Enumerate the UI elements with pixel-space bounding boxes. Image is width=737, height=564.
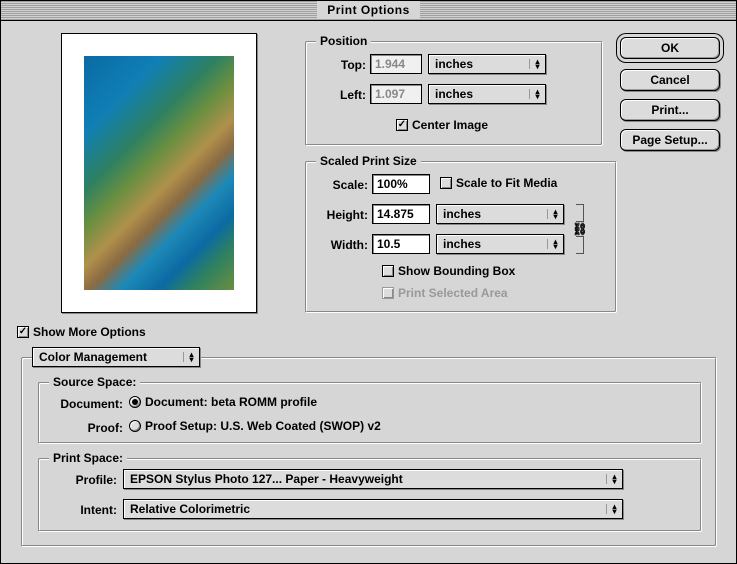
document-value: Document: beta ROMM profile [145,395,317,409]
center-image-label: Center Image [412,118,488,132]
updown-icon [606,504,618,514]
print-space-title: Print Space: [49,451,127,465]
cancel-label: Cancel [650,73,689,87]
scale-to-fit-label: Scale to Fit Media [456,176,557,190]
height-field[interactable] [372,204,430,224]
scaled-title: Scaled Print Size [316,154,421,168]
top-unit-popup[interactable]: inches [428,54,546,74]
height-unit-value: inches [443,207,481,221]
print-button[interactable]: Print... [620,99,720,121]
checkbox-icon [382,287,394,299]
height-label: Height: [306,208,368,222]
updown-icon [606,474,618,484]
preview-image [84,56,234,290]
height-unit-popup[interactable]: inches [436,204,564,224]
width-unit-value: inches [443,237,481,251]
window-title: Print Options [317,1,420,19]
updown-icon [547,209,559,219]
updown-icon [529,89,541,99]
section-popup-value: Color Management [39,350,147,364]
document-label: Document: [39,397,123,411]
ok-label: OK [661,41,679,55]
intent-value: Relative Colorimetric [130,502,250,516]
ok-button[interactable]: OK [620,37,720,59]
left-unit-popup[interactable]: inches [428,84,546,104]
scale-field[interactable] [372,174,430,194]
more-options-group: Color Management Source Space: Document:… [21,357,717,547]
top-field [370,54,422,74]
print-selected-area-label: Print Selected Area [398,286,508,300]
print-label: Print... [651,103,688,117]
checkbox-icon [382,265,394,277]
show-bounding-box-label: Show Bounding Box [398,264,515,278]
width-label: Width: [306,238,368,252]
link-dimensions-icon[interactable]: ⛓ [572,204,588,254]
profile-value: EPSON Stylus Photo 127... Paper - Heavyw… [130,472,403,486]
checkbox-icon: ✓ [17,326,29,338]
proof-value: Proof Setup: U.S. Web Coated (SWOP) v2 [145,419,381,433]
cancel-button[interactable]: Cancel [620,69,720,91]
profile-popup[interactable]: EPSON Stylus Photo 127... Paper - Heavyw… [123,469,623,489]
section-popup[interactable]: Color Management [32,347,200,367]
show-more-options-label: Show More Options [33,325,146,339]
show-more-options-checkbox[interactable]: ✓ Show More Options [17,325,146,339]
titlebar: Print Options [1,1,736,21]
left-label: Left: [306,88,366,102]
document-radio[interactable]: Document: beta ROMM profile [129,395,317,409]
proof-label: Proof: [39,421,123,435]
radio-icon [129,420,141,432]
top-unit-value: inches [435,57,473,71]
updown-icon [183,352,195,362]
checkbox-icon: ✓ [396,119,408,131]
left-field [370,84,422,104]
print-preview [61,33,257,313]
radio-icon [129,396,141,408]
source-space-group: Source Space: Document: Document: beta R… [38,382,702,444]
page-setup-button[interactable]: Page Setup... [620,129,720,151]
print-space-group: Print Space: Profile: EPSON Stylus Photo… [38,458,702,532]
source-space-title: Source Space: [49,375,140,389]
updown-icon [547,239,559,249]
position-title: Position [316,34,371,48]
page-setup-label: Page Setup... [632,133,707,147]
show-bounding-box-checkbox[interactable]: Show Bounding Box [382,264,515,278]
width-unit-popup[interactable]: inches [436,234,564,254]
scaled-print-size-group: Scaled Print Size Scale: Scale to Fit Me… [305,161,617,313]
profile-label: Profile: [39,473,117,487]
intent-popup[interactable]: Relative Colorimetric [123,499,623,519]
print-selected-area-checkbox: Print Selected Area [382,286,508,300]
width-field[interactable] [372,234,430,254]
proof-radio[interactable]: Proof Setup: U.S. Web Coated (SWOP) v2 [129,419,381,433]
updown-icon [529,59,541,69]
print-options-window: Print Options OK Cancel Print... Page Se… [0,0,737,564]
scale-to-fit-checkbox[interactable]: Scale to Fit Media [440,176,557,190]
left-unit-value: inches [435,87,473,101]
top-label: Top: [306,58,366,72]
center-image-checkbox[interactable]: ✓ Center Image [396,118,488,132]
checkbox-icon [440,177,452,189]
scale-label: Scale: [306,178,368,192]
position-group: Position Top: inches Left: inches ✓ Cent… [305,41,603,146]
intent-label: Intent: [39,503,117,517]
